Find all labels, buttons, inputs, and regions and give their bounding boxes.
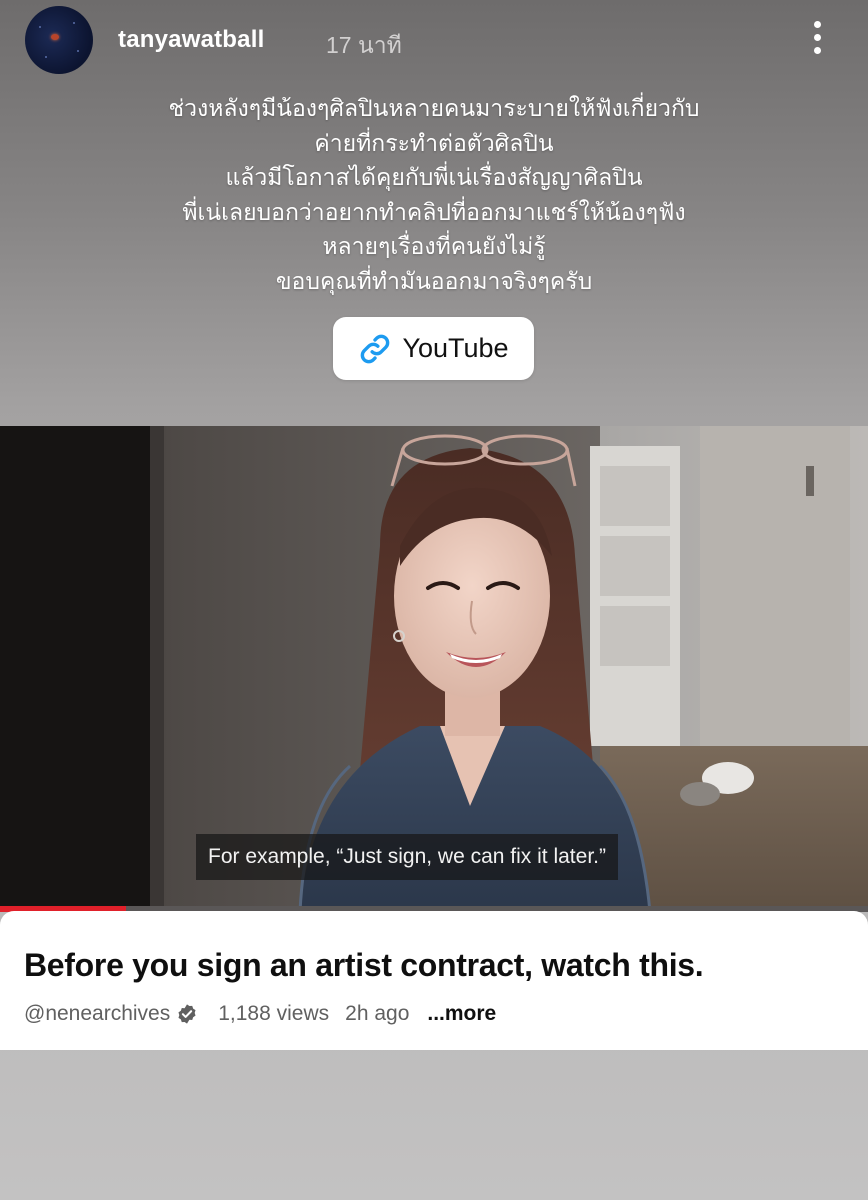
story-header: tanyawatball 17 นาที — [0, 0, 868, 84]
link-icon — [361, 334, 390, 363]
verified-badge-icon — [178, 1004, 196, 1024]
more-link[interactable]: ...more — [427, 1002, 496, 1026]
caption-line: ค่ายที่กระทำต่อตัวศิลปิน — [314, 130, 554, 157]
video-title[interactable]: Before you sign an artist contract, watc… — [24, 947, 704, 984]
video-info-card[interactable]: Before you sign an artist contract, watc… — [0, 911, 868, 1050]
username[interactable]: tanyawatball — [118, 26, 264, 54]
video-meta: @nenearchives 1,188 views 2h ago ...more — [24, 999, 496, 1029]
post-timestamp: 17 นาที — [326, 32, 402, 58]
story-caption: ช่วงหลังๆมีน้องๆศิลปินหลายคนมาระบายให้ฟั… — [60, 92, 808, 299]
video-subtitle: For example, “Just sign, we can fix it l… — [196, 834, 618, 880]
profile-avatar[interactable] — [25, 6, 93, 74]
caption-line: แล้วมีโอกาสได้คุยกับพี่เน่เรื่องสัญญาศิล… — [225, 165, 643, 191]
view-count: 1,188 views — [218, 1002, 330, 1025]
youtube-link-sticker[interactable]: YouTube — [333, 317, 534, 380]
more-options-icon[interactable] — [800, 14, 834, 60]
upload-age: 2h ago — [345, 1002, 410, 1025]
caption-line: ขอบคุณที่ทำมันออกมาจริงๆครับ — [275, 268, 593, 295]
caption-line: หลายๆเรื่องที่คนยังไม่รู้ — [322, 234, 546, 260]
channel-name[interactable]: @nenearchives — [24, 1002, 170, 1026]
caption-line: พี่เน่เลยบอกว่าอยากทำคลิปที่ออกมาแชร์ให้… — [182, 199, 686, 226]
link-sticker-label: YouTube — [402, 333, 509, 363]
caption-line: ช่วงหลังๆมีน้องๆศิลปินหลายคนมาระบายให้ฟั… — [168, 96, 700, 122]
